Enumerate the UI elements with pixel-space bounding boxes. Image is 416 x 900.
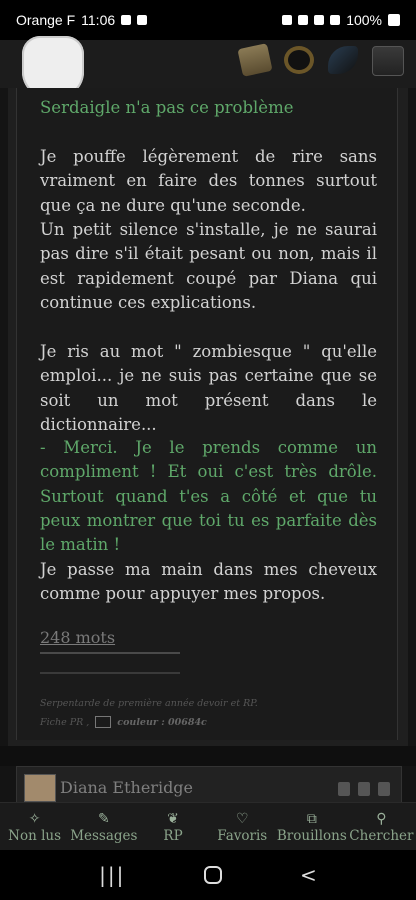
alert-icon[interactable] bbox=[338, 782, 350, 796]
gallery-notification-icon bbox=[121, 15, 132, 25]
tab-chercher[interactable]: ⚲ Chercher bbox=[347, 803, 416, 851]
tab-label: Chercher bbox=[349, 828, 414, 844]
avatar[interactable] bbox=[24, 774, 56, 802]
heart-icon: ♡ bbox=[235, 811, 249, 827]
tab-label: RP bbox=[163, 828, 183, 844]
wifi-icon bbox=[314, 15, 325, 25]
search-icon: ⚲ bbox=[376, 811, 387, 827]
word-count: 248 mots bbox=[40, 628, 116, 647]
battery-level: 100% bbox=[346, 12, 382, 28]
post-paragraph-2: Je pouffe légèrement de rire sans vraime… bbox=[40, 147, 377, 215]
ring-icon[interactable] bbox=[284, 46, 314, 74]
signature-links: Fiche PR , couleur : 00684c bbox=[40, 716, 207, 728]
letter-icon[interactable] bbox=[237, 43, 273, 77]
quill-icon[interactable] bbox=[328, 46, 358, 74]
carrier-label: Orange F bbox=[16, 12, 76, 28]
color-code: couleur : 00684c bbox=[117, 716, 207, 728]
battery-saver-icon bbox=[282, 15, 293, 25]
next-post-actions bbox=[338, 782, 390, 796]
battery-icon bbox=[388, 14, 400, 26]
divider bbox=[40, 672, 180, 674]
sparkle-icon: ✧ bbox=[28, 811, 41, 827]
post-paragraph-6: Je passe ma main dans mes cheveux comme … bbox=[40, 560, 377, 604]
mute-icon bbox=[298, 15, 309, 25]
drafts-icon: ⧉ bbox=[306, 811, 317, 827]
signature-text: Serpentarde de première année devoir et … bbox=[40, 698, 258, 709]
feather-icon: ❦ bbox=[167, 811, 179, 827]
tab-messages[interactable]: ✎ Messages bbox=[69, 803, 138, 851]
home-icon[interactable] bbox=[203, 866, 222, 884]
post-paragraph-4: Je ris au mot " zombiesque " qu'elle emp… bbox=[40, 342, 377, 434]
post-paragraph-1: Serdaigle n'a pas ce problème bbox=[40, 98, 294, 117]
back-icon[interactable]: < bbox=[300, 863, 317, 887]
message-icon[interactable] bbox=[358, 782, 370, 796]
post-paragraph-3: Un petit silence s'installe, je ne saura… bbox=[40, 220, 377, 312]
status-bar: Orange F 11:06 100% bbox=[0, 0, 416, 40]
fiche-link[interactable]: Fiche PR , bbox=[40, 717, 89, 728]
divider bbox=[40, 652, 180, 654]
pen-icon: ✎ bbox=[97, 811, 110, 827]
tab-brouillons[interactable]: ⧉ Brouillons bbox=[277, 803, 347, 851]
tab-non-lus[interactable]: ✧ Non lus bbox=[0, 803, 69, 851]
check-notification-icon bbox=[137, 15, 148, 25]
tab-rp[interactable]: ❦ RP bbox=[138, 803, 207, 851]
next-post-author[interactable]: Diana Etheridge bbox=[60, 778, 193, 797]
quote-icon[interactable] bbox=[378, 782, 390, 796]
bottom-navigation: ✧ Non lus ✎ Messages ❦ RP ♡ Favoris ⧉ Br… bbox=[0, 802, 416, 851]
id-card-icon[interactable] bbox=[95, 716, 112, 728]
tab-label: Favoris bbox=[217, 828, 268, 844]
book-icon[interactable] bbox=[372, 46, 404, 76]
post-separator bbox=[0, 746, 416, 766]
system-navigation-bar: ||| < bbox=[0, 850, 416, 900]
signal-icon bbox=[330, 15, 341, 25]
clock: 11:06 bbox=[81, 12, 116, 28]
tab-favoris[interactable]: ♡ Favoris bbox=[208, 803, 277, 851]
recent-apps-icon[interactable]: ||| bbox=[99, 863, 125, 887]
tab-label: Messages bbox=[70, 828, 138, 844]
tab-label: Brouillons bbox=[276, 828, 347, 844]
post-paragraph-dialogue: - Merci. Je le prends comme un complimen… bbox=[40, 438, 377, 555]
tab-label: Non lus bbox=[8, 828, 62, 844]
header-icons bbox=[237, 43, 404, 77]
